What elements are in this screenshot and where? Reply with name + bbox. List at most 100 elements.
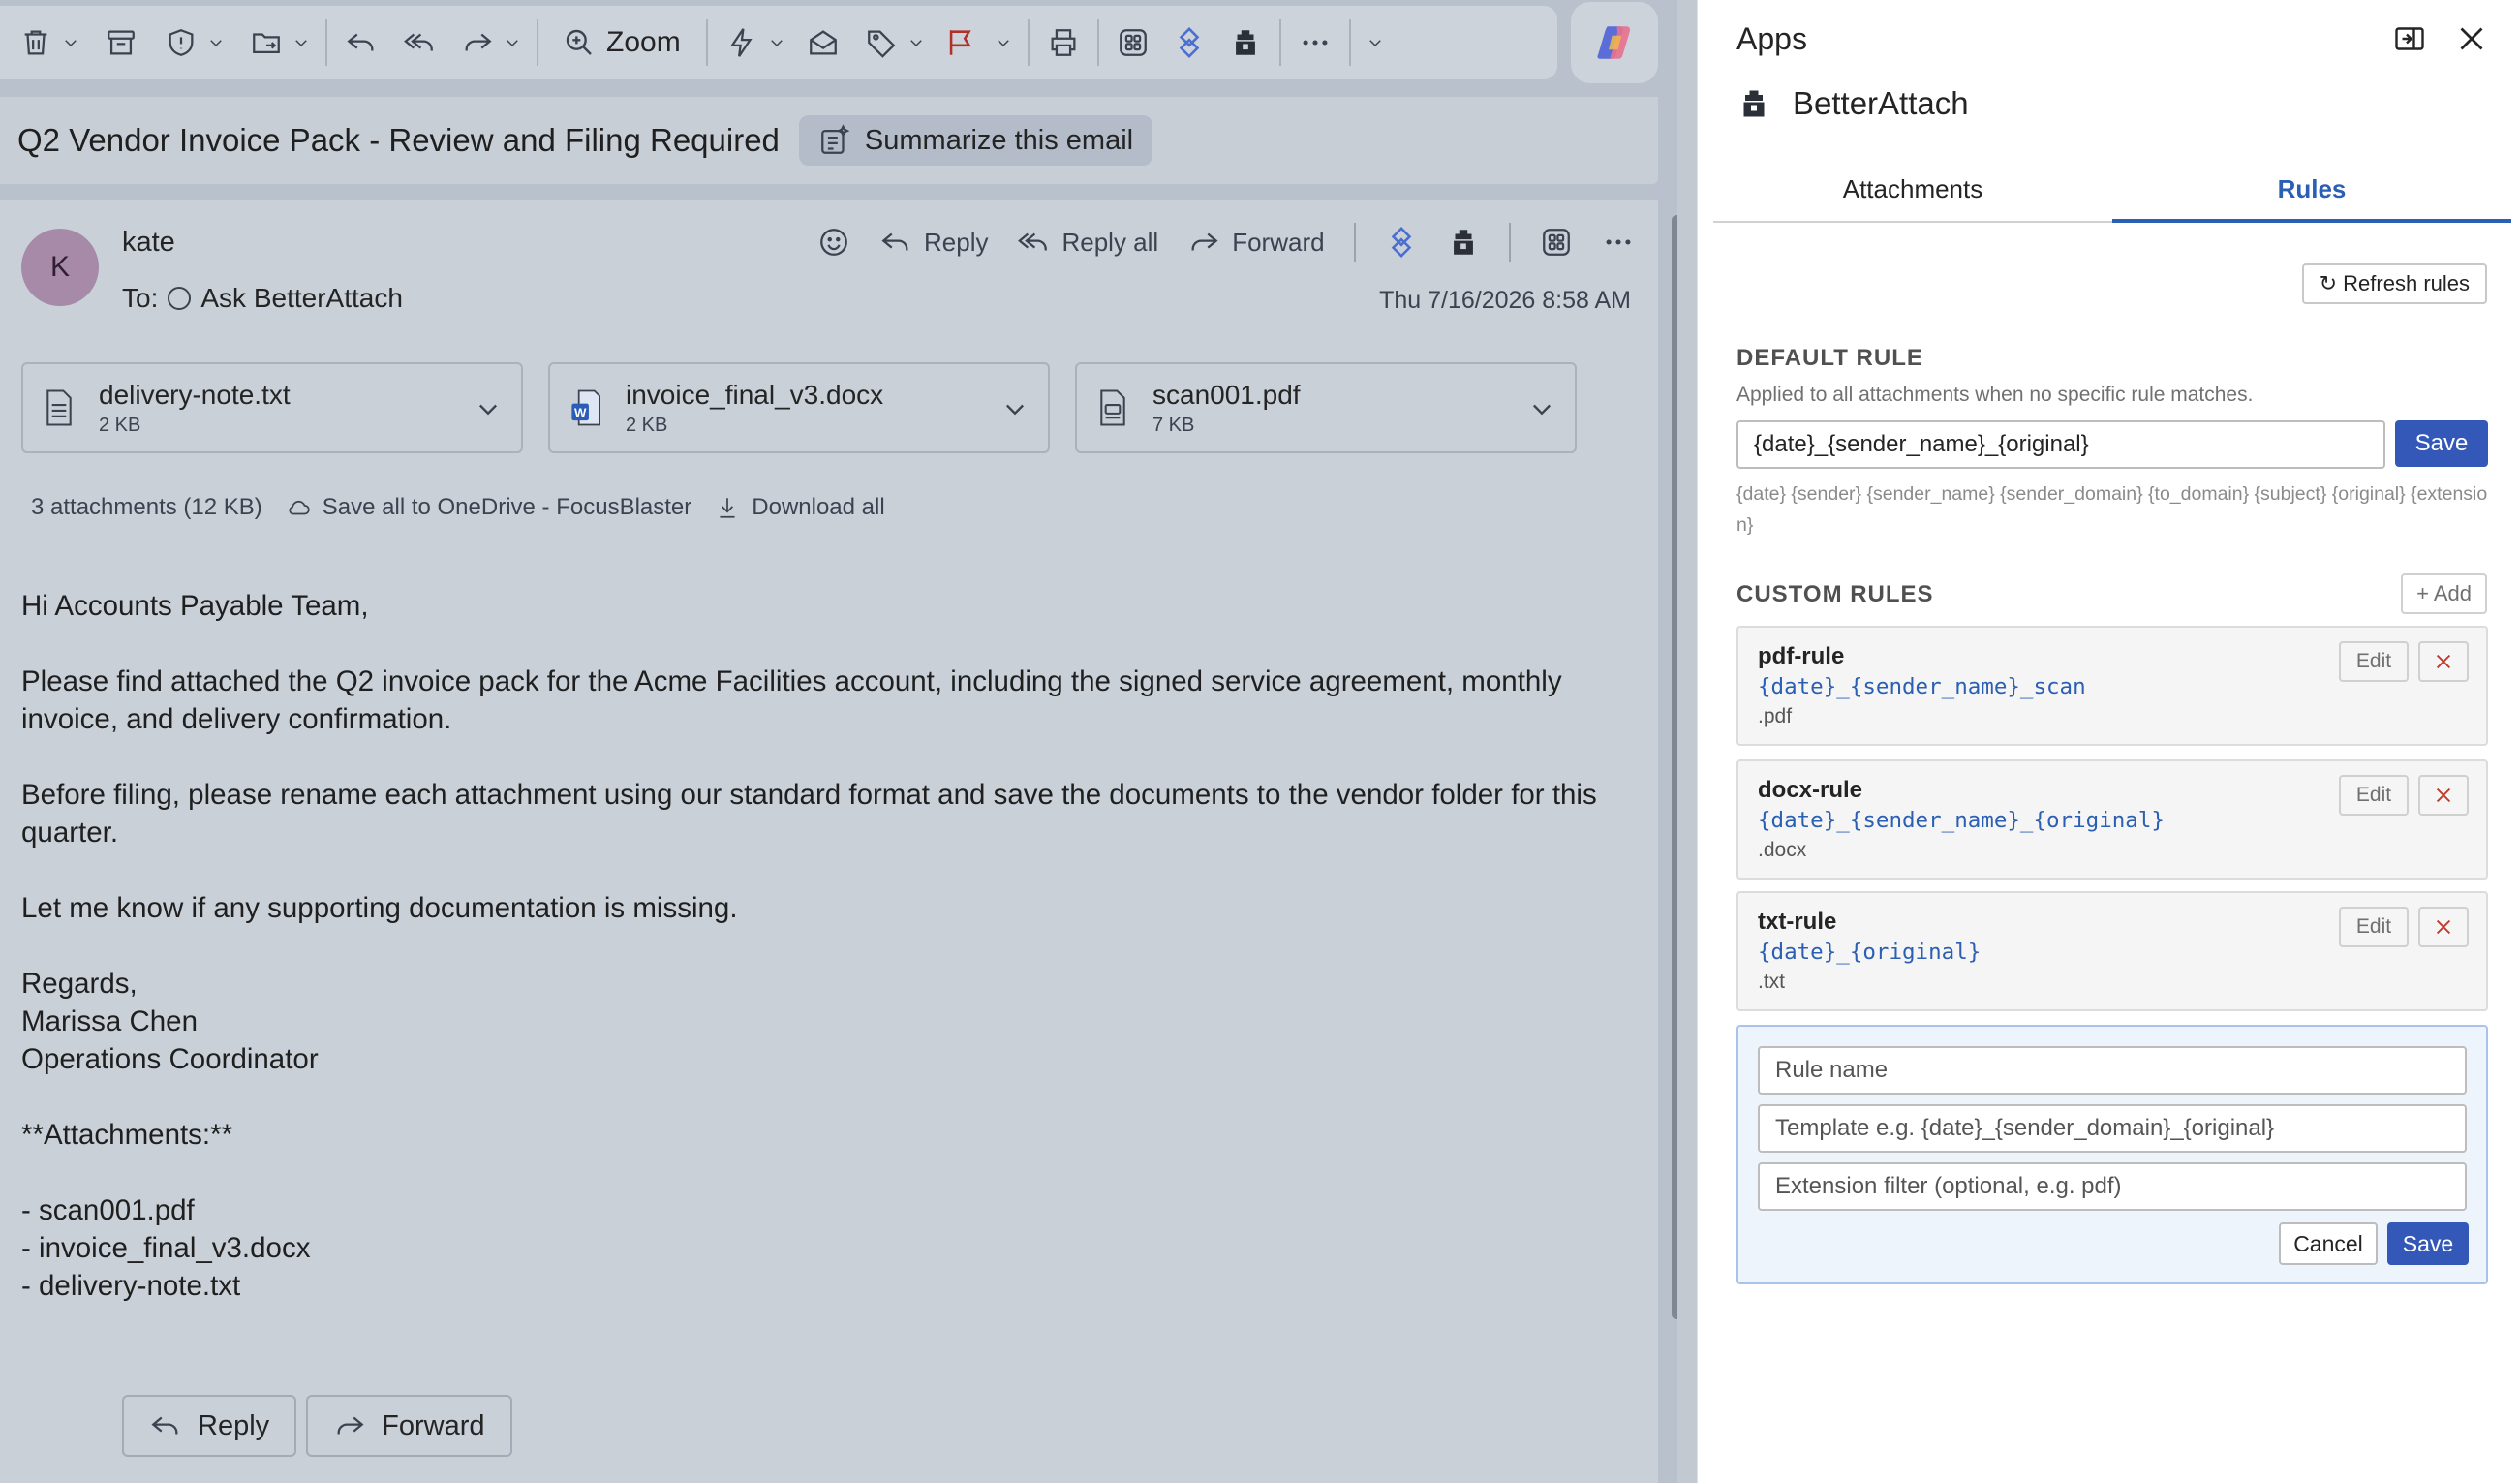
binder-clip-icon — [1235, 30, 1255, 55]
close-icon[interactable] — [2454, 21, 2489, 56]
save-all-label: Save all to OneDrive - FocusBlaster — [322, 494, 692, 520]
chevron-down-icon[interactable] — [1528, 395, 1555, 422]
delete-rule-button[interactable] — [2418, 907, 2469, 947]
report-button[interactable] — [159, 15, 203, 70]
mark-read-button[interactable] — [801, 15, 845, 70]
attachment-card[interactable]: W invoice_final_v3.docx 2 KB — [548, 362, 1050, 453]
delete-dropdown[interactable] — [58, 15, 83, 70]
subject-bar: Q2 Vendor Invoice Pack - Review and Fili… — [0, 97, 1658, 184]
apps-button[interactable] — [1540, 226, 1573, 259]
toolbar-expand-button[interactable] — [1363, 15, 1388, 70]
binder-clip-icon — [1453, 230, 1473, 255]
summarize-email-button[interactable]: Summarize this email — [798, 115, 1153, 166]
toolbar-divider — [1348, 19, 1351, 66]
edit-rule-button[interactable]: Edit — [2339, 775, 2409, 816]
zoom-button[interactable]: Zoom — [550, 15, 694, 70]
forward-toolbar-button[interactable] — [455, 15, 500, 70]
app-name: BetterAttach — [1793, 85, 1969, 121]
rule-template-input[interactable] — [1758, 1104, 2467, 1153]
delete-button[interactable] — [14, 15, 58, 70]
save-all-onedrive-button[interactable]: Save all to OneDrive - FocusBlaster — [286, 494, 691, 521]
more-options-button[interactable] — [1293, 15, 1337, 70]
default-rule-description: Applied to all attachments when no speci… — [1736, 384, 2254, 406]
bottom-forward-button[interactable]: Forward — [306, 1395, 512, 1457]
chevron-down-icon[interactable] — [1001, 395, 1029, 422]
trash-icon — [24, 30, 47, 55]
reply-toolbar-button[interactable] — [339, 15, 384, 70]
shield-icon — [169, 29, 194, 56]
toolbar-divider — [1027, 19, 1030, 66]
rule-extension: .docx — [1758, 839, 1807, 861]
edit-rule-button[interactable]: Edit — [2339, 907, 2409, 947]
apps-button[interactable] — [1111, 15, 1155, 70]
printer-icon — [1051, 29, 1076, 56]
pane-divider[interactable] — [1677, 0, 1697, 1483]
archive-button[interactable] — [99, 15, 143, 70]
avatar[interactable]: K — [21, 229, 99, 306]
close-icon — [2436, 788, 2451, 803]
attachment-card[interactable]: delivery-note.txt 2 KB — [21, 362, 523, 453]
copilot-button[interactable] — [1571, 2, 1658, 83]
save-rule-button[interactable]: Save — [2387, 1222, 2469, 1265]
toolbar-divider — [1096, 19, 1099, 66]
presence-icon — [168, 287, 192, 310]
sender-name[interactable]: kate — [122, 227, 175, 259]
rule-name: pdf-rule — [1758, 643, 1845, 669]
reply-all-button[interactable]: Reply all — [1017, 226, 1158, 259]
default-rule-input[interactable] — [1736, 420, 2385, 469]
add-rule-button[interactable]: + Add — [2401, 573, 2487, 614]
flag-dropdown[interactable] — [991, 15, 1016, 70]
move-to-folder-button[interactable] — [244, 15, 289, 70]
cancel-button[interactable]: Cancel — [2279, 1222, 2378, 1265]
tab-rules[interactable]: Rules — [2112, 165, 2511, 223]
recipient-name[interactable]: Ask BetterAttach — [200, 283, 403, 314]
chevron-down-icon — [1368, 40, 1381, 47]
report-dropdown[interactable] — [203, 15, 229, 70]
chevron-down-icon — [770, 40, 783, 47]
download-all-button[interactable]: Download all — [715, 494, 885, 521]
tab-attachments[interactable]: Attachments — [1713, 165, 2112, 221]
actions-divider — [1353, 223, 1356, 262]
betterattach-button[interactable] — [1447, 226, 1480, 259]
categorize-button[interactable] — [859, 15, 904, 70]
delete-rule-button[interactable] — [2418, 775, 2469, 816]
toolbar-divider — [1278, 19, 1281, 66]
more-actions-button[interactable] — [1602, 226, 1635, 259]
move-dropdown[interactable] — [289, 15, 314, 70]
attachment-list: delivery-note.txt 2 KB W invoice_final_v… — [21, 362, 1577, 453]
reply-all-toolbar-button[interactable] — [397, 15, 442, 70]
print-button[interactable] — [1041, 15, 1086, 70]
forward-button[interactable]: Forward — [1187, 226, 1325, 259]
delete-rule-button[interactable] — [2418, 641, 2469, 682]
betterattach-toolbar-button[interactable] — [1223, 15, 1268, 70]
edit-rule-button[interactable]: Edit — [2339, 641, 2409, 682]
close-icon — [2436, 919, 2451, 935]
diamond-addin-button[interactable] — [1385, 226, 1418, 259]
attachment-card[interactable]: scan001.pdf 7 KB — [1075, 362, 1577, 453]
refresh-rules-button[interactable]: ↻ Refresh rules — [2301, 263, 2487, 304]
attachment-name: invoice_final_v3.docx — [626, 379, 884, 410]
diamond-addin-button[interactable] — [1167, 15, 1212, 70]
folder-move-icon — [253, 33, 280, 54]
custom-rules-heading: CUSTOM RULES — [1736, 581, 1934, 607]
text-file-icon — [46, 389, 72, 426]
flag-icon — [949, 30, 971, 55]
to-label: To: — [122, 283, 159, 313]
flag-button[interactable] — [938, 15, 983, 70]
quick-steps-dropdown[interactable] — [764, 15, 789, 70]
chevron-down-icon[interactable] — [475, 395, 502, 422]
bottom-reply-label: Reply — [198, 1409, 270, 1441]
rule-extension-input[interactable] — [1758, 1162, 2467, 1211]
reply-button[interactable]: Reply — [879, 226, 988, 259]
quick-steps-button[interactable] — [720, 15, 764, 70]
reply-label: Reply — [924, 227, 989, 257]
respond-dropdown[interactable] — [500, 15, 525, 70]
categorize-dropdown[interactable] — [904, 15, 929, 70]
react-button[interactable] — [817, 226, 850, 259]
apps-grid-icon — [1119, 29, 1147, 56]
bottom-reply-button[interactable]: Reply — [122, 1395, 297, 1457]
pin-panel-icon[interactable] — [2392, 21, 2427, 56]
avatar-initial: K — [49, 251, 70, 283]
rule-name-input[interactable] — [1758, 1046, 2467, 1095]
default-rule-save-button[interactable]: Save — [2395, 420, 2488, 467]
